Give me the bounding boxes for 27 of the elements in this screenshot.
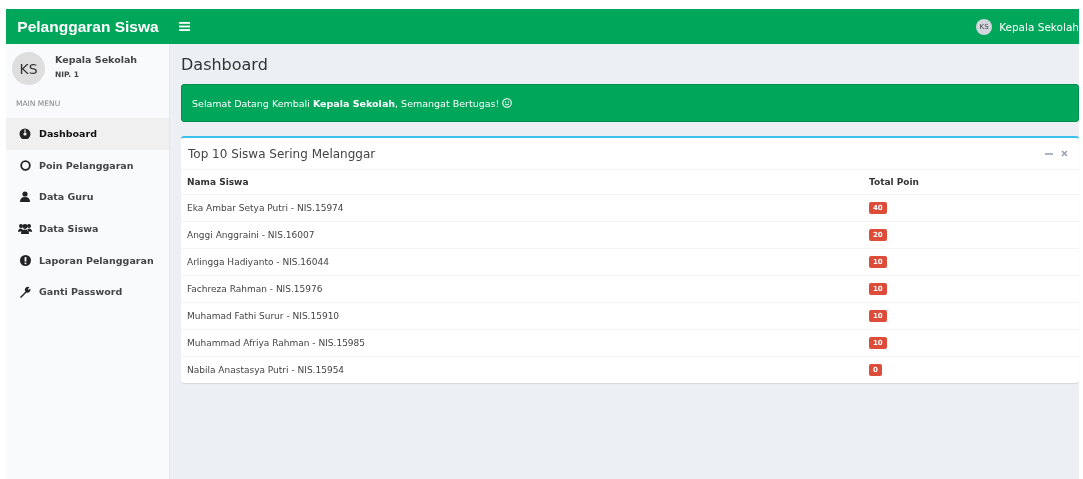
user-name: Kepala Sekolah (55, 54, 138, 65)
sidebar-item[interactable]: Data Siswa (6, 212, 169, 245)
dashboard-icon (19, 128, 31, 140)
student-name: Nabila Anastasya Putri - NIS.15954 (181, 356, 863, 383)
student-name: Muhammad Afriya Rahman - NIS.15985 (181, 329, 863, 357)
users-icon (18, 223, 32, 235)
student-name: Anggi Anggraini - NIS.16007 (181, 221, 863, 249)
smile-icon (502, 98, 513, 108)
sidebar-item[interactable]: Data Guru (6, 181, 169, 213)
exclamation-icon (19, 254, 31, 266)
student-name: Eka Ambar Setya Putri - NIS.15974 (181, 194, 863, 222)
student-name: Muhamad Fathi Surur - NIS.15910 (181, 302, 863, 330)
sidebar-item[interactable]: Dashboard (6, 118, 169, 150)
column-header: Nama Siswa (181, 170, 863, 195)
student-name: Arlingga Hadiyanto - NIS.16044 (181, 248, 863, 276)
welcome-message: Selamat Datang Kembali Kepala Sekolah, Semangat Bertugas! (192, 97, 500, 109)
circle-icon (19, 159, 31, 171)
user-avatar: KS (12, 52, 45, 85)
user-icon (20, 191, 30, 203)
column-header: Total Poin (863, 170, 1079, 195)
sidebar-item[interactable]: Poin Pelanggaran (6, 149, 169, 182)
sidebar-item[interactable]: Laporan Pelanggaran (6, 244, 169, 276)
wrench-icon (19, 285, 31, 298)
page-title: Dashboard (181, 54, 269, 76)
student-name: Fachreza Rahman - NIS.15976 (181, 275, 863, 303)
sidebar-item[interactable]: Ganti Password (6, 275, 169, 308)
panel-title: Top 10 Siswa Sering Melanggar (188, 146, 377, 161)
